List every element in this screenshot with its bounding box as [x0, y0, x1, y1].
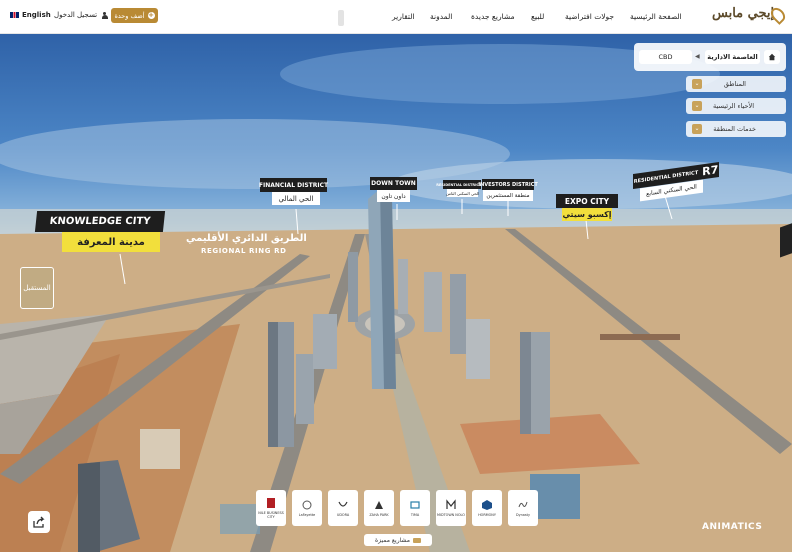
- nav-home[interactable]: الصفحة الرئيسية: [630, 12, 682, 21]
- developer-logo-icon: [267, 498, 275, 508]
- featured-projects-toggle[interactable]: مشاريع مميزة: [364, 534, 432, 546]
- label-financial-district-en[interactable]: FINANCIAL DISTRICT: [259, 178, 328, 192]
- developer-name: LaFayette: [298, 513, 316, 517]
- language-label: English: [22, 11, 51, 19]
- developer-tile[interactable]: MIDTOWN NOLO: [436, 490, 466, 526]
- nav-blog[interactable]: المدونة: [430, 12, 452, 21]
- developer-tile[interactable]: LaFayette: [292, 490, 322, 526]
- label-regional-ring-road-ar: الطريق الدائري الأقليمي: [186, 233, 307, 244]
- accordion-zones[interactable]: ⌄ المناطق: [686, 76, 786, 92]
- developer-name: TIMA: [410, 513, 420, 517]
- user-icon: [101, 11, 108, 19]
- label-investors-district-en[interactable]: INVESTORS DISTRICT: [478, 179, 538, 190]
- future-view-label: المستقبل: [23, 284, 51, 292]
- label-r8-ar[interactable]: الحي السكني الثامن: [446, 189, 479, 197]
- developer-logo-icon: [410, 501, 420, 509]
- accordion-zones-label: المناطق: [723, 80, 746, 88]
- label-knowledge-city-en[interactable]: KNOWLEDGE CITY: [34, 211, 166, 232]
- developer-logo-icon: [338, 501, 348, 507]
- developer-tile[interactable]: NILE BUSINESS CITY: [256, 490, 286, 526]
- label-r8-en[interactable]: RESIDENTIAL DISTRICT R8: [436, 180, 488, 189]
- site-logo[interactable]: إيجي مابس: [712, 5, 788, 28]
- developer-logo-icon: [482, 500, 492, 510]
- developer-logo-icon: [446, 499, 456, 509]
- chevron-up-icon: [413, 537, 421, 543]
- nav-reports[interactable]: التقارير: [392, 12, 415, 21]
- developer-tile[interactable]: TIMA: [400, 490, 430, 526]
- developer-tile[interactable]: HORMONY: [472, 490, 502, 526]
- developer-name: MIDTOWN NOLO: [437, 513, 465, 517]
- logo-text: إيجي مابس: [712, 6, 775, 21]
- developer-name: HORMONY: [478, 513, 496, 517]
- home-icon: [768, 53, 776, 61]
- developer-logo-icon: [518, 501, 528, 508]
- login-link[interactable]: تسجيل الدخول: [54, 11, 108, 19]
- breadcrumb-area[interactable]: CBD: [639, 50, 692, 64]
- label-down-town-en[interactable]: DOWN TOWN: [370, 177, 417, 190]
- accordion-area-services-label: خدمات المنطقة: [713, 125, 756, 133]
- label-expo-city-ar[interactable]: إكسبو سيتي: [562, 208, 612, 221]
- nav-virtual-tours[interactable]: جولات افتراضية: [565, 12, 614, 21]
- label-r7-badge: R7: [702, 163, 719, 179]
- home-button[interactable]: [764, 50, 780, 64]
- label-regional-ring-road-en: REGIONAL RING RD: [201, 247, 287, 255]
- label-investors-district-ar[interactable]: منطقة المستثمرين: [483, 190, 533, 201]
- share-button[interactable]: [28, 511, 50, 533]
- developer-name: UDORA: [336, 513, 350, 517]
- label-down-town-ar[interactable]: داون تاون: [377, 190, 410, 202]
- login-label: تسجيل الدخول: [54, 11, 98, 19]
- aerial-city-illustration: [0, 44, 792, 552]
- uk-flag-icon: [10, 12, 19, 18]
- label-knowledge-city-ar[interactable]: مدينة المعرفة: [62, 232, 160, 252]
- developer-logos-strip: NILE BUSINESS CITY LaFayette UDORA ZAHA …: [252, 490, 542, 532]
- breadcrumb-chevron-icon: ◀: [695, 53, 700, 60]
- label-expo-city-en[interactable]: EXPO CITY: [556, 194, 618, 208]
- nav-for-sale[interactable]: للبيع: [531, 12, 544, 21]
- brand-watermark: ANIMATICS: [702, 522, 763, 532]
- featured-projects-label: مشاريع مميزة: [374, 536, 410, 544]
- next-scene-handle[interactable]: [780, 222, 792, 258]
- accordion-main-districts-label: الأحياء الرئيسية: [713, 102, 754, 110]
- breadcrumb-city[interactable]: العاصمة الادارية: [705, 50, 760, 64]
- share-icon: [33, 516, 45, 528]
- add-unit-button[interactable]: أضف وحدة +: [111, 8, 158, 23]
- developer-tile[interactable]: ZAHA PARK: [364, 490, 394, 526]
- developer-tile[interactable]: UDORA: [328, 490, 358, 526]
- accordion-main-districts[interactable]: ⌄ الأحياء الرئيسية: [686, 98, 786, 114]
- chevron-down-icon: ⌄: [692, 124, 702, 134]
- chevron-down-icon: ⌄: [692, 79, 702, 89]
- label-financial-district-ar[interactable]: الحي المالي: [272, 192, 320, 205]
- developer-logo-icon: [302, 500, 312, 510]
- developer-tile[interactable]: Dynasty: [508, 490, 538, 526]
- developer-name: Dynasty: [516, 513, 530, 517]
- aerial-360-view[interactable]: [0, 34, 792, 552]
- add-unit-label: أضف وحدة: [114, 11, 145, 20]
- future-view-button[interactable]: المستقبل: [20, 267, 54, 309]
- developer-logo-icon: [375, 501, 383, 509]
- accordion-area-services[interactable]: ⌄ خدمات المنطقة: [686, 121, 786, 137]
- plus-circle-icon: +: [147, 11, 155, 19]
- chevron-down-icon: ⌄: [692, 101, 702, 111]
- header-divider: [338, 10, 344, 26]
- language-switch[interactable]: English: [10, 11, 51, 19]
- nav-new-projects[interactable]: مشاريع جديدة: [471, 12, 515, 21]
- developer-name: NILE BUSINESS CITY: [258, 511, 284, 519]
- developer-name: ZAHA PARK: [369, 513, 389, 517]
- top-navbar: English تسجيل الدخول أضف وحدة + التقارير…: [0, 0, 792, 34]
